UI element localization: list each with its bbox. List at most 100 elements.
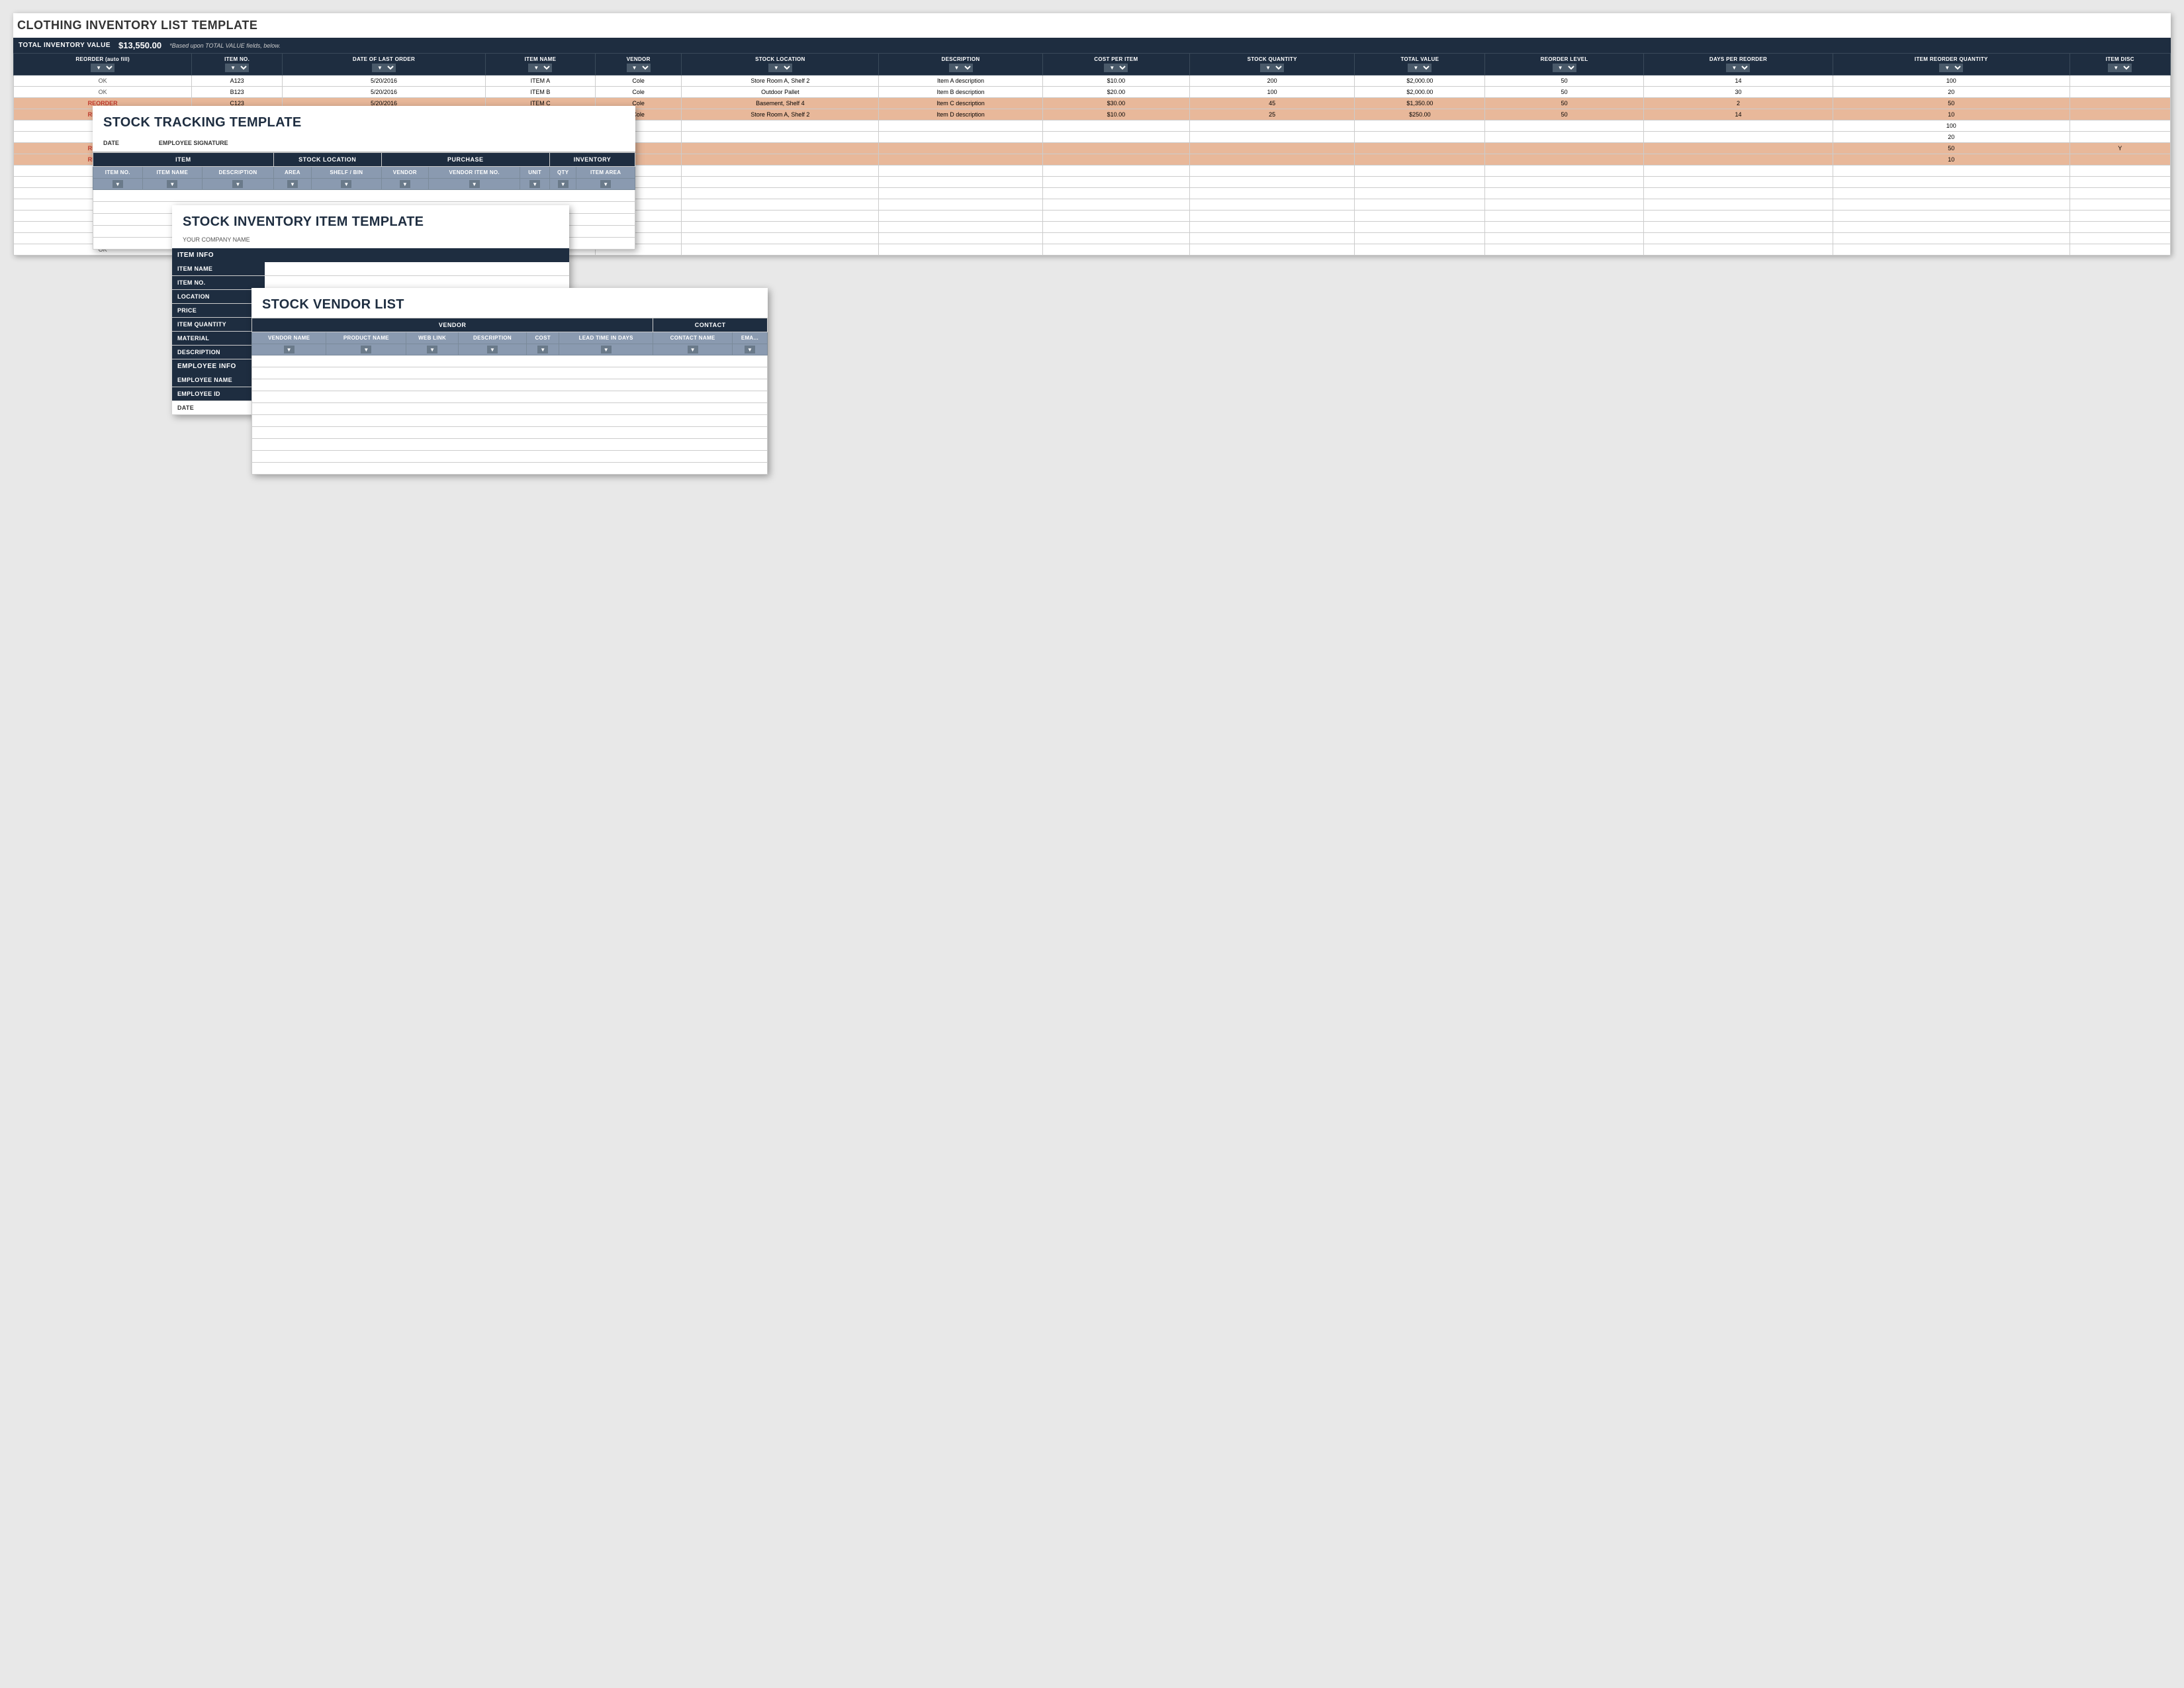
cell-reorder-level	[1485, 120, 1644, 132]
cell-reorder-level	[1485, 143, 1644, 154]
date-label: DATE	[103, 140, 119, 146]
cell-total	[1355, 211, 1485, 222]
cell-disc	[2070, 211, 2170, 222]
col-cost-per-item: COST PER ITEM▼	[1042, 54, 1189, 75]
cell-reorder-qty: 10	[1833, 109, 2070, 120]
cell-total: $2,000.00	[1355, 87, 1485, 98]
th-area: AREA	[273, 167, 311, 179]
col-vendor: VENDOR▼	[595, 54, 682, 75]
col-reorder-fill: REORDER (auto fill)▼	[14, 54, 192, 75]
th-vendor-name: VENDOR NAME	[252, 332, 326, 344]
cell-total	[1355, 222, 1485, 233]
cell-cost	[1042, 120, 1189, 132]
cell-item-name: ITEM B	[486, 87, 596, 98]
cell-reorder-level: 50	[1485, 109, 1644, 120]
cell-total	[1355, 154, 1485, 165]
main-title: CLOTHING INVENTORY LIST TEMPLATE	[13, 13, 2171, 38]
cell-qty	[1189, 244, 1355, 256]
cell-cost	[1042, 211, 1189, 222]
cell-days: 14	[1643, 75, 1833, 87]
cell-location	[682, 120, 879, 132]
cell-location: Store Room A, Shelf 2	[682, 109, 879, 120]
th-email: EMA...	[732, 332, 767, 344]
cell-item-no: A123	[192, 75, 283, 87]
total-inventory-value: $13,550.00	[118, 40, 161, 50]
cell-disc	[2070, 177, 2170, 188]
cell-disc	[2070, 98, 2170, 109]
cell-location: Outdoor Pallet	[682, 87, 879, 98]
item-info-header: ITEM INFO	[172, 248, 569, 262]
cell-reorder-level	[1485, 132, 1644, 143]
cell-location	[682, 211, 879, 222]
col-stock-location: STOCK LOCATION▼	[682, 54, 879, 75]
cell-disc	[2070, 244, 2170, 256]
cell-description: Item D description	[879, 109, 1043, 120]
th-lead-time: LEAD TIME IN DAYS	[559, 332, 653, 344]
cell-days	[1643, 154, 1833, 165]
cell-qty	[1189, 132, 1355, 143]
cell-days: 2	[1643, 98, 1833, 109]
cell-reorder-level	[1485, 154, 1644, 165]
th-vendor: VENDOR	[381, 167, 428, 179]
cell-description	[879, 244, 1043, 256]
cell-reorder-qty	[1833, 188, 2070, 199]
cell-location: Basement, Shelf 4	[682, 98, 879, 109]
cell-description: Item B description	[879, 87, 1043, 98]
cell-cost: $20.00	[1042, 87, 1189, 98]
cell-cost	[1042, 233, 1189, 244]
cell-description	[879, 143, 1043, 154]
th-shelf-bin: SHELF / BIN	[312, 167, 382, 179]
cell-qty	[1189, 154, 1355, 165]
cell-disc	[2070, 109, 2170, 120]
cell-location	[682, 154, 879, 165]
cell-disc	[2070, 222, 2170, 233]
th-qty: QTY	[550, 167, 576, 179]
cell-description: Item C description	[879, 98, 1043, 109]
cell-reorder-level	[1485, 177, 1644, 188]
cell-cost	[1042, 165, 1189, 177]
cell-cost	[1042, 132, 1189, 143]
cell-reorder-qty: 50	[1833, 143, 2070, 154]
cell-qty	[1189, 188, 1355, 199]
cell-cost	[1042, 222, 1189, 233]
cell-cost	[1042, 177, 1189, 188]
col-item-disc: ITEM DISC▼	[2070, 54, 2170, 75]
cell-description	[879, 154, 1043, 165]
cell-days	[1643, 244, 1833, 256]
cell-disc	[2070, 154, 2170, 165]
cell-qty	[1189, 143, 1355, 154]
cell-disc: Y	[2070, 143, 2170, 154]
cell-reorder-qty	[1833, 222, 2070, 233]
cell-cost	[1042, 154, 1189, 165]
cell-reorder-level: 50	[1485, 87, 1644, 98]
cell-reorder-qty	[1833, 233, 2070, 244]
vendor-section-header: VENDOR	[252, 318, 653, 332]
cell-total	[1355, 177, 1485, 188]
cell-location	[682, 143, 879, 154]
signature-label: EMPLOYEE SIGNATURE	[159, 140, 228, 146]
th-item-area: ITEM AREA	[576, 167, 635, 179]
cell-total: $250.00	[1355, 109, 1485, 120]
cell-status: OK	[14, 87, 192, 98]
cell-reorder-qty: 50	[1833, 98, 2070, 109]
cell-reorder-qty: 10	[1833, 154, 2070, 165]
th-description: DESCRIPTION	[203, 167, 274, 179]
cell-cost	[1042, 244, 1189, 256]
cell-description	[879, 222, 1043, 233]
cell-disc	[2070, 87, 2170, 98]
cell-qty	[1189, 120, 1355, 132]
cell-reorder-level	[1485, 233, 1644, 244]
cell-disc	[2070, 233, 2170, 244]
cell-reorder-level: 50	[1485, 98, 1644, 109]
cell-total: $2,000.00	[1355, 75, 1485, 87]
section-inventory: INVENTORY	[550, 153, 635, 167]
stock-tracking-title: STOCK TRACKING TEMPLATE	[93, 106, 635, 136]
cell-days	[1643, 233, 1833, 244]
cell-qty	[1189, 165, 1355, 177]
cell-reorder-qty: 20	[1833, 87, 2070, 98]
cell-total	[1355, 199, 1485, 211]
cell-total	[1355, 244, 1485, 256]
cell-date: 5/20/2016	[282, 75, 485, 87]
cell-disc	[2070, 120, 2170, 132]
cell-total	[1355, 165, 1485, 177]
